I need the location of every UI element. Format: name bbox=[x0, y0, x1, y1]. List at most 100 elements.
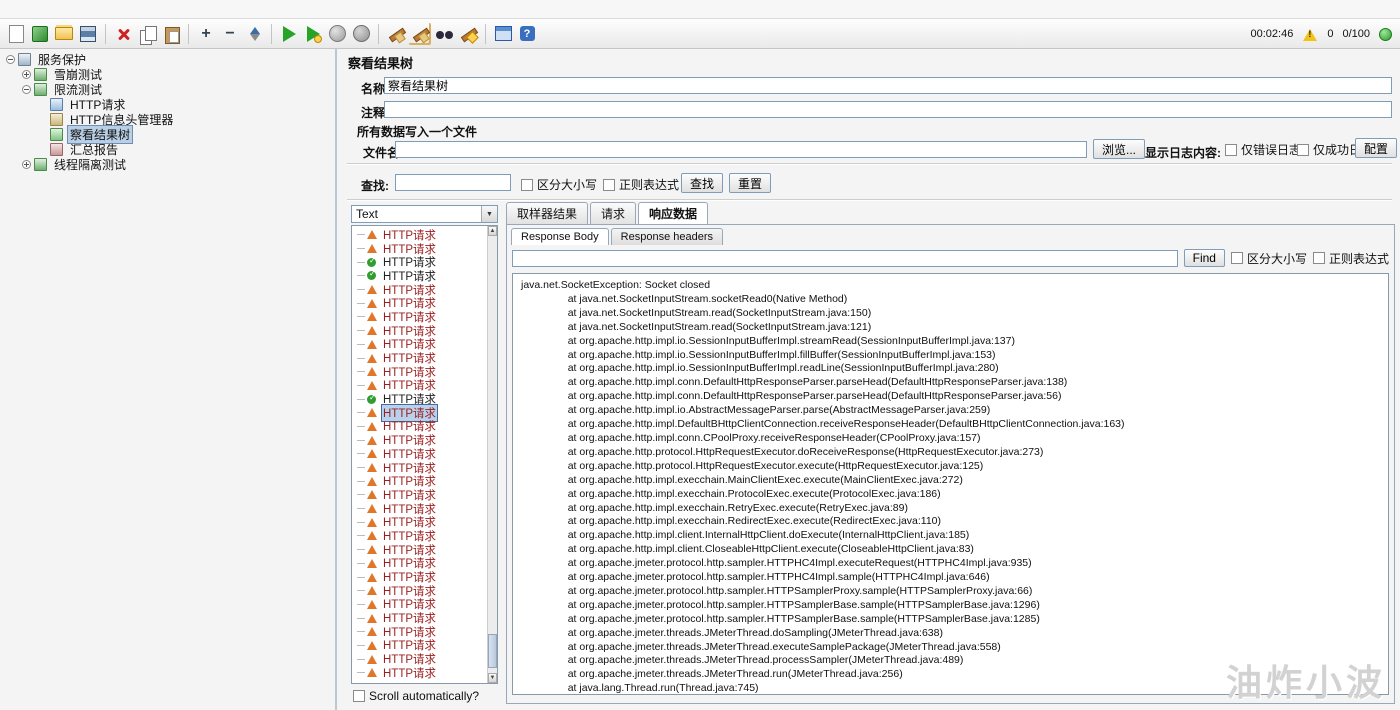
search-regex-checkbox[interactable]: 正则表达式 bbox=[603, 176, 679, 193]
sample-status-icon bbox=[367, 325, 378, 336]
view-mode-combobox[interactable]: Text ▼ bbox=[351, 205, 498, 223]
response-body-area[interactable]: java.net.SocketException: Socket closed … bbox=[512, 273, 1389, 695]
results-scrollbar[interactable]: ▲ ▼ bbox=[487, 226, 497, 683]
open-icon[interactable] bbox=[52, 22, 76, 46]
copy-icon[interactable] bbox=[135, 22, 159, 46]
results-list: HTTP请求 HTTP请求 HTTP请求 HTTP请求 HTTP请求 bbox=[353, 228, 486, 682]
sample-status-icon bbox=[367, 366, 378, 377]
collapse-icon[interactable] bbox=[218, 22, 242, 46]
tree-toggle-icon[interactable] bbox=[22, 70, 31, 79]
response-regex-checkbox[interactable]: 正则表达式 bbox=[1312, 250, 1389, 267]
subtab-response-body[interactable]: Response Body bbox=[511, 228, 609, 245]
stop-icon[interactable] bbox=[325, 22, 349, 46]
separator[interactable] bbox=[378, 23, 379, 44]
tree-toggle-icon[interactable] bbox=[6, 55, 15, 64]
comment-input[interactable] bbox=[384, 101, 1392, 118]
clear-all-icon[interactable] bbox=[408, 22, 432, 46]
toggle-icon[interactable] bbox=[242, 22, 266, 46]
name-input[interactable] bbox=[384, 77, 1392, 94]
tab-sampler-result[interactable]: 取样器结果 bbox=[506, 202, 589, 224]
sample-status-icon bbox=[367, 243, 378, 254]
separator[interactable] bbox=[485, 23, 486, 44]
tree-toggle-icon[interactable] bbox=[22, 85, 31, 94]
tree-line bbox=[357, 549, 365, 551]
tree-line bbox=[357, 398, 365, 400]
tab-request[interactable]: 请求 bbox=[590, 202, 637, 224]
scroll-up-icon[interactable]: ▲ bbox=[488, 226, 497, 236]
tree-line bbox=[357, 371, 365, 373]
toolbar-status: 00:02:46 0 0/100 bbox=[1251, 19, 1392, 49]
menu-item[interactable] bbox=[4, 8, 18, 10]
search-find-button[interactable]: 查找 bbox=[681, 173, 724, 193]
shutdown-icon[interactable] bbox=[349, 22, 373, 46]
paste-icon[interactable] bbox=[159, 22, 183, 46]
tab-response-data[interactable]: 响应数据 bbox=[638, 202, 709, 224]
search-reset-button[interactable]: 重置 bbox=[729, 173, 772, 193]
tree-node[interactable]: HTTP请求 bbox=[0, 97, 335, 112]
menu-item[interactable] bbox=[88, 8, 102, 10]
tree-node-icon bbox=[34, 158, 47, 171]
checkbox-box bbox=[1230, 252, 1243, 264]
browse-button[interactable]: 浏览... bbox=[1093, 139, 1146, 159]
results-column: Text ▼ HTTP请求 HTTP请求 HTTP请求 bbox=[351, 205, 498, 704]
response-case-checkbox[interactable]: 区分大小写 bbox=[1230, 250, 1307, 267]
templates-icon[interactable] bbox=[28, 22, 52, 46]
help-icon[interactable] bbox=[515, 22, 539, 46]
result-item[interactable]: HTTP请求 bbox=[353, 666, 486, 680]
tree-line bbox=[357, 631, 365, 633]
response-find-input[interactable] bbox=[512, 249, 1178, 267]
search-case-checkbox[interactable]: 区分大小写 bbox=[521, 176, 597, 193]
errors-only-checkbox[interactable]: 仅错误日志 bbox=[1225, 141, 1301, 158]
tree-node[interactable]: 限流测试 bbox=[0, 82, 335, 97]
tree-node[interactable]: 察看结果树 bbox=[0, 125, 335, 144]
tree-line bbox=[357, 330, 365, 332]
expand-icon[interactable] bbox=[194, 22, 218, 46]
page-title: 察看结果树 bbox=[348, 56, 414, 71]
start-icon[interactable] bbox=[277, 22, 301, 46]
separator[interactable] bbox=[188, 23, 189, 44]
menu-item[interactable] bbox=[46, 8, 60, 10]
toolbar-icons bbox=[4, 22, 539, 46]
tree-node[interactable]: 线程隔离测试 bbox=[0, 157, 335, 172]
tree-node[interactable]: 汇总报告 bbox=[0, 142, 335, 157]
response-find-button[interactable]: Find bbox=[1183, 249, 1225, 267]
warning-icon[interactable] bbox=[1302, 27, 1318, 41]
menu-item[interactable] bbox=[74, 8, 88, 10]
tree-node-icon bbox=[18, 53, 31, 66]
main-panel: 察看结果树 名称: 注释: 所有数据写入一个文件 文件名 浏览... 显示日志内… bbox=[339, 49, 1400, 710]
function-helper-icon[interactable] bbox=[491, 22, 515, 46]
tree-node[interactable]: 服务保护 bbox=[0, 52, 335, 67]
menu-item[interactable] bbox=[32, 8, 46, 10]
cut-icon[interactable] bbox=[111, 22, 135, 46]
configure-button[interactable]: 配置 bbox=[1355, 138, 1398, 158]
save-icon[interactable] bbox=[76, 22, 100, 46]
new-icon[interactable] bbox=[4, 22, 28, 46]
response-case-label: 区分大小写 bbox=[1246, 251, 1307, 266]
sample-status-icon bbox=[367, 613, 378, 624]
start-no-pauses-icon[interactable] bbox=[301, 22, 325, 46]
scroll-down-icon[interactable]: ▼ bbox=[488, 673, 497, 683]
log-display-label: 显示日志内容: bbox=[1145, 146, 1221, 160]
sample-status-icon bbox=[367, 558, 378, 569]
subtab-response-headers[interactable]: Response headers bbox=[610, 228, 724, 245]
filename-input[interactable] bbox=[395, 141, 1087, 158]
tree-node[interactable]: 雪崩测试 bbox=[0, 67, 335, 82]
search-reset-icon[interactable] bbox=[456, 22, 480, 46]
clear-icon[interactable] bbox=[384, 22, 408, 46]
tree-node-icon bbox=[50, 98, 63, 111]
menu-item[interactable] bbox=[18, 8, 32, 10]
chevron-down-icon[interactable]: ▼ bbox=[481, 206, 497, 222]
menu-item[interactable] bbox=[60, 8, 74, 10]
sample-status-icon bbox=[367, 585, 378, 596]
sample-status-icon bbox=[367, 572, 378, 583]
tree-node[interactable]: HTTP信息头管理器 bbox=[0, 112, 335, 127]
scroll-automatically-checkbox[interactable]: Scroll automatically? bbox=[353, 688, 479, 704]
tree-toggle-icon[interactable] bbox=[22, 160, 31, 169]
separator[interactable] bbox=[105, 23, 106, 44]
scrollbar-thumb[interactable] bbox=[488, 634, 497, 668]
search-input[interactable] bbox=[395, 174, 511, 191]
search-icon[interactable] bbox=[432, 22, 456, 46]
tree-line bbox=[357, 302, 365, 304]
separator[interactable] bbox=[271, 23, 272, 44]
sample-status-icon bbox=[367, 530, 378, 541]
